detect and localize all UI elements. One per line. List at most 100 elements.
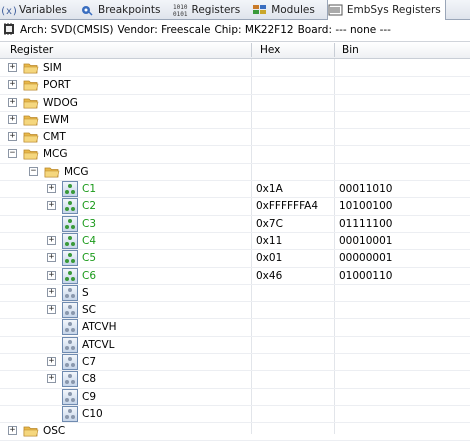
tree-group-row[interactable]: + EWM (0, 112, 470, 130)
tab-breakpoints[interactable]: Breakpoints (79, 0, 165, 20)
register-row[interactable]: + C7 (0, 354, 470, 372)
register-icon (62, 215, 78, 232)
modules-icon (252, 3, 268, 17)
bin-value[interactable]: 00010001 (339, 233, 392, 249)
hex-value[interactable]: 0x11 (256, 233, 282, 249)
expand-icon[interactable]: + (8, 114, 17, 124)
folder-icon (23, 97, 39, 109)
register-row[interactable]: + C5 0x01 00000001 (0, 250, 470, 268)
embsys-registers-icon (328, 3, 344, 17)
register-name: C2 (82, 200, 97, 213)
folder-icon (23, 62, 39, 74)
bin-value[interactable]: 00000001 (339, 250, 392, 266)
register-icon (62, 371, 78, 388)
register-name: C3 (82, 217, 97, 230)
register-row[interactable]: ATCVH (0, 319, 470, 337)
chip-icon (2, 22, 16, 39)
register-name: MCG (43, 148, 68, 161)
register-name: EWM (43, 113, 70, 126)
hex-value[interactable]: 0x1A (256, 181, 283, 197)
bin-value[interactable]: 00011010 (339, 181, 392, 197)
tab-label: Modules (271, 4, 315, 16)
register-row[interactable]: C10 (0, 405, 470, 424)
column-header-bin[interactable]: Bin (336, 42, 466, 58)
tree-group-row[interactable]: + SIM (0, 60, 470, 78)
expand-icon[interactable]: + (47, 235, 56, 245)
register-name: ATCVH (82, 321, 117, 334)
register-name: CMT (43, 131, 66, 144)
expand-icon[interactable]: + (47, 270, 56, 280)
svg-text:0101: 0101 (173, 11, 188, 17)
collapse-icon[interactable]: − (8, 149, 17, 159)
bin-value[interactable]: 10100100 (339, 198, 392, 214)
expand-icon[interactable]: + (8, 80, 17, 90)
register-row[interactable]: + S (0, 284, 470, 303)
register-name: C1 (82, 183, 97, 196)
expand-icon[interactable]: + (47, 184, 56, 194)
expand-icon[interactable]: + (47, 201, 56, 211)
register-name: ATCVL (82, 338, 115, 351)
chip-label: Chip: MK22F12 (214, 24, 294, 36)
register-row[interactable]: + C2 0xFFFFFFA4 10100100 (0, 198, 470, 216)
arch-label: Arch: SVD(CMSIS) (20, 24, 114, 36)
tab-registers[interactable]: 1010 0101 Registers (173, 0, 245, 20)
hex-value[interactable]: 0x7C (256, 216, 283, 232)
collapse-icon[interactable]: − (29, 166, 38, 176)
register-name: OSC (43, 425, 66, 438)
register-name: SC (82, 304, 96, 317)
svg-text:1010: 1010 (173, 4, 188, 11)
tree-group-row[interactable]: + WDOG (0, 95, 470, 112)
bin-value[interactable]: 01111100 (339, 216, 392, 232)
hex-value[interactable]: 0xFFFFFFA4 (256, 198, 318, 214)
column-header-register[interactable]: Register (4, 42, 250, 58)
folder-icon (23, 114, 39, 126)
register-row[interactable]: + SC (0, 302, 470, 320)
register-name: C10 (82, 407, 103, 420)
tab-embsys-registers[interactable]: EmbSys Registers (326, 0, 446, 20)
tab-label: EmbSys Registers (346, 4, 441, 16)
register-icon (62, 302, 78, 319)
expand-icon[interactable]: + (47, 253, 56, 263)
expand-icon[interactable]: + (8, 97, 17, 107)
tab-variables[interactable]: (x)= Variables (0, 0, 71, 20)
register-row[interactable]: + C6 0x46 01000110 (0, 267, 470, 285)
register-row[interactable]: + C1 0x1A 00011010 (0, 181, 470, 199)
hex-value[interactable]: 0x46 (256, 268, 282, 284)
svg-text:(x)=: (x)= (0, 6, 16, 16)
expand-icon[interactable]: + (47, 305, 56, 315)
register-icon (62, 250, 78, 267)
bin-value[interactable]: 01000110 (339, 268, 392, 284)
register-row[interactable]: C3 0x7C 01111100 (0, 215, 470, 233)
register-icon (62, 354, 78, 371)
tab-modules[interactable]: Modules (252, 0, 319, 20)
register-name: C5 (82, 252, 97, 265)
register-row[interactable]: C9 (0, 388, 470, 406)
expand-icon[interactable]: + (8, 132, 17, 142)
column-header-hex[interactable]: Hex (254, 42, 334, 58)
register-row[interactable]: + C8 (0, 371, 470, 389)
hex-value[interactable]: 0x01 (256, 250, 282, 266)
register-name: SIM (43, 62, 62, 74)
tab-label: Breakpoints (97, 4, 161, 16)
tree-group-row[interactable]: + PORT (0, 77, 470, 95)
folder-icon (23, 131, 39, 143)
folder-icon (23, 148, 39, 160)
tree-group-row[interactable]: + OSC (0, 423, 470, 441)
tree-group-row[interactable]: − MCG (0, 146, 470, 164)
register-icon (62, 284, 78, 301)
tree-group-row[interactable]: + CMT (0, 129, 470, 147)
breakpoints-icon (79, 3, 95, 17)
register-name: C6 (82, 269, 97, 282)
folder-icon (23, 425, 39, 437)
expand-icon[interactable]: + (47, 374, 56, 384)
folder-icon (23, 79, 39, 91)
expand-icon[interactable]: + (47, 357, 56, 367)
tree-group-row[interactable]: − MCG (0, 164, 470, 182)
register-row[interactable]: ATCVL (0, 336, 470, 355)
board-label: Board: --- none --- (297, 24, 391, 36)
register-icon (62, 319, 78, 336)
register-row[interactable]: + C4 0x11 00010001 (0, 232, 470, 251)
expand-icon[interactable]: + (8, 63, 17, 72)
expand-icon[interactable]: + (47, 287, 56, 297)
vendor-label: Vendor: Freescale (117, 24, 211, 36)
